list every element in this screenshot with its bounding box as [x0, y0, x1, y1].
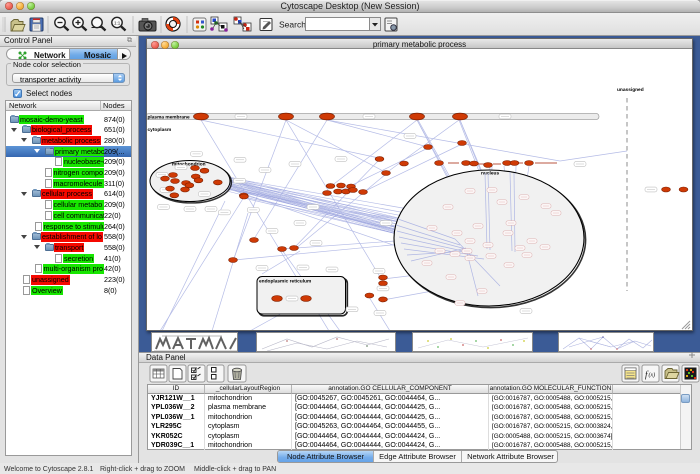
svg-text:nucleus: nucleus: [481, 171, 499, 177]
svg-text:cytoplasm: cytoplasm: [148, 127, 172, 133]
svg-text:(x): (x): [649, 372, 656, 379]
svg-text:endoplasmic reticulum: endoplasmic reticulum: [259, 279, 311, 285]
svg-text:plasma membrane: plasma membrane: [148, 114, 190, 120]
svg-text:1:1: 1:1: [114, 21, 121, 26]
svg-text:Search:: Search:: [279, 20, 308, 30]
svg-text:unassigned: unassigned: [617, 87, 644, 93]
